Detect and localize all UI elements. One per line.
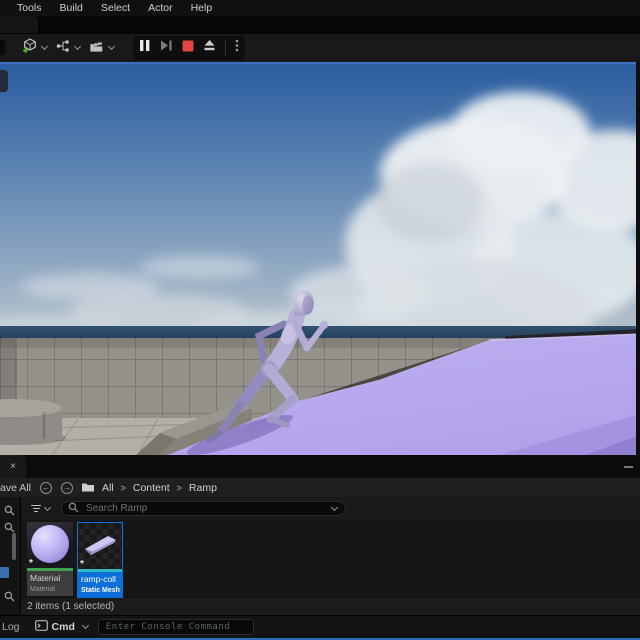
filter-button[interactable] bbox=[31, 503, 52, 513]
left-panel-strip bbox=[0, 497, 21, 615]
asset-count-status: 2 items (1 selected) bbox=[21, 597, 640, 615]
content-drawer-body: * Material Material bbox=[0, 497, 640, 615]
search-input[interactable] bbox=[84, 502, 328, 515]
frame-step-button[interactable] bbox=[160, 39, 173, 57]
status-bar: Log Cmd bbox=[0, 615, 640, 638]
main-toolbar bbox=[0, 33, 640, 62]
asset-grid: * Material Material * ramp-coll Static M… bbox=[21, 520, 640, 598]
cmd-label: Cmd bbox=[51, 621, 75, 633]
search-icon bbox=[68, 500, 79, 518]
tab-well bbox=[0, 16, 640, 33]
folder-icon bbox=[81, 482, 95, 493]
forward-button[interactable]: → bbox=[60, 481, 73, 494]
menu-actor[interactable]: Actor bbox=[139, 0, 182, 16]
breadcrumb-row: ave All ← → All > Content > Ramp bbox=[0, 478, 640, 497]
asset-type: Static Mesh bbox=[81, 587, 120, 594]
menu-help[interactable]: Help bbox=[182, 0, 222, 16]
stop-button[interactable] bbox=[182, 39, 194, 57]
asset-search-field[interactable] bbox=[61, 501, 346, 516]
asset-name: Material bbox=[30, 573, 61, 583]
separator bbox=[225, 41, 226, 55]
search-icon[interactable] bbox=[4, 589, 15, 607]
cube-plus-icon bbox=[21, 37, 38, 59]
breadcrumb-all[interactable]: All bbox=[102, 482, 114, 494]
filter-funnel-icon bbox=[31, 504, 41, 513]
blueprints-button[interactable] bbox=[52, 36, 83, 61]
chevron-down-icon bbox=[81, 621, 89, 630]
selected-panel-indicator[interactable] bbox=[0, 567, 9, 578]
output-log-button[interactable]: Log bbox=[2, 621, 20, 633]
breadcrumb-content[interactable]: Content bbox=[133, 482, 170, 494]
menu-select[interactable]: Select bbox=[92, 0, 139, 16]
asset-tile-material[interactable]: * Material Material bbox=[27, 522, 73, 596]
node-graph-icon bbox=[55, 38, 71, 59]
breadcrumb-separator: > bbox=[120, 482, 126, 493]
asset-label: ramp-coll Static Mesh bbox=[78, 572, 122, 597]
chevron-down-icon[interactable] bbox=[330, 503, 339, 511]
console-mode-selector[interactable]: Cmd bbox=[34, 618, 89, 636]
unsaved-asterisk-icon: * bbox=[29, 558, 33, 569]
terminal-icon bbox=[34, 618, 48, 636]
close-icon[interactable]: × bbox=[10, 461, 16, 472]
menu-bar: Tools Build Select Actor Help bbox=[0, 0, 640, 16]
pause-button[interactable] bbox=[139, 39, 151, 57]
content-browser-tab[interactable]: × bbox=[0, 455, 26, 478]
eject-button[interactable] bbox=[203, 39, 216, 57]
clapperboard-icon bbox=[88, 38, 105, 59]
sphere-preview bbox=[31, 525, 69, 563]
pie-highlight-border bbox=[0, 62, 640, 65]
scrollbar-thumb[interactable] bbox=[12, 533, 16, 560]
menu-build[interactable]: Build bbox=[51, 0, 92, 16]
viewport-right-edge bbox=[636, 62, 640, 455]
chevron-down-icon bbox=[43, 503, 52, 511]
content-drawer-tabbar: × bbox=[0, 455, 640, 478]
viewport-menu-button[interactable] bbox=[0, 70, 8, 92]
play-controls bbox=[133, 36, 245, 60]
cylinder-platform bbox=[0, 399, 66, 445]
chevron-down-icon bbox=[73, 42, 82, 51]
cinematics-button[interactable] bbox=[85, 36, 117, 61]
dock-in-layout-icon[interactable] bbox=[624, 466, 633, 468]
asset-label: Material Material bbox=[27, 571, 73, 596]
console-command-input[interactable] bbox=[97, 619, 254, 635]
material-thumbnail: * bbox=[27, 522, 73, 568]
asset-tile-ramp-coll[interactable]: * ramp-coll Static Mesh bbox=[77, 522, 123, 598]
breadcrumb-separator: > bbox=[176, 482, 182, 493]
search-row bbox=[21, 497, 640, 520]
asset-name: ramp-coll bbox=[81, 574, 116, 584]
toolbar-stub bbox=[0, 40, 5, 55]
status-text: 2 items (1 selected) bbox=[27, 601, 115, 612]
level-tab-remnant[interactable] bbox=[0, 16, 38, 33]
breadcrumb-ramp[interactable]: Ramp bbox=[189, 482, 217, 494]
unsaved-asterisk-icon: * bbox=[80, 559, 84, 570]
add-actor-button[interactable] bbox=[18, 35, 50, 61]
back-button[interactable]: ← bbox=[39, 481, 52, 494]
chevron-down-icon bbox=[40, 42, 49, 51]
chevron-down-icon bbox=[107, 42, 116, 51]
level-viewport[interactable] bbox=[0, 62, 640, 455]
save-all-button[interactable]: ave All bbox=[0, 482, 31, 494]
search-icon[interactable] bbox=[4, 503, 15, 521]
static-mesh-thumbnail: * bbox=[78, 523, 122, 569]
asset-type: Material bbox=[30, 586, 55, 593]
menu-tools[interactable]: Tools bbox=[8, 0, 51, 16]
play-options-kebab-icon[interactable] bbox=[235, 39, 239, 57]
content-browser-main: * Material Material bbox=[21, 497, 640, 615]
unreal-editor-window: Tools Build Select Actor Help × ave All … bbox=[0, 0, 640, 640]
toolbar-left-group bbox=[18, 35, 117, 61]
